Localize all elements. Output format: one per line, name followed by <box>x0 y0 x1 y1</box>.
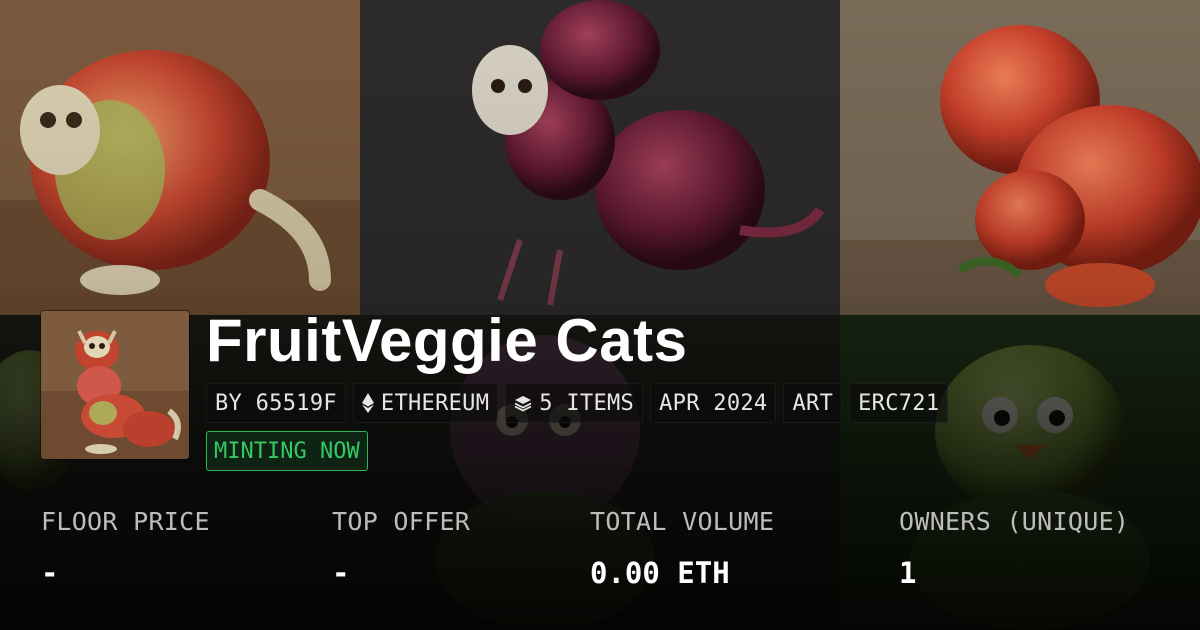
date-tag: APR 2024 <box>650 383 777 423</box>
ethereum-icon <box>361 393 374 413</box>
stat-label: TOTAL VOLUME <box>590 507 775 536</box>
stat-value: - <box>332 556 350 590</box>
category-tag[interactable]: ART <box>783 383 843 423</box>
stat-floor-price: FLOOR PRICE - <box>41 505 210 590</box>
stat-value: - <box>41 556 59 590</box>
collection-title: FruitVeggie Cats <box>206 307 688 374</box>
tag-label: ETHEREUM <box>380 390 490 416</box>
creator-tag[interactable]: BY 65519F <box>206 383 346 423</box>
tag-label: BY 65519F <box>215 390 337 416</box>
tag-label: APR 2024 <box>659 390 768 416</box>
status-label: MINTING NOW <box>214 438 360 464</box>
stat-label: OWNERS (UNIQUE) <box>899 507 1130 536</box>
stat-label: FLOOR PRICE <box>41 507 210 536</box>
tag-label: ART <box>792 390 834 416</box>
layers-icon <box>514 394 532 412</box>
minting-status-badge: MINTING NOW <box>206 431 368 471</box>
stat-value: 0.00 ETH <box>590 556 730 590</box>
stat-owners: OWNERS (UNIQUE) 1 <box>899 505 1129 590</box>
items-tag[interactable]: 5 ITEMS <box>505 383 644 423</box>
stat-total-volume: TOTAL VOLUME 0.00 ETH <box>590 505 774 590</box>
tag-label: 5 ITEMS <box>539 390 635 416</box>
stat-top-offer: TOP OFFER - <box>332 505 470 590</box>
chain-tag[interactable]: ETHEREUM <box>352 383 499 423</box>
standard-tag: ERC721 <box>849 383 949 423</box>
collection-tags: BY 65519F ETHEREUM 5 ITEMS APR 2024 ART … <box>206 383 949 423</box>
collection-avatar <box>41 311 189 459</box>
stat-value: 1 <box>899 556 917 590</box>
stat-label: TOP OFFER <box>332 507 471 536</box>
tag-label: ERC721 <box>858 390 940 416</box>
